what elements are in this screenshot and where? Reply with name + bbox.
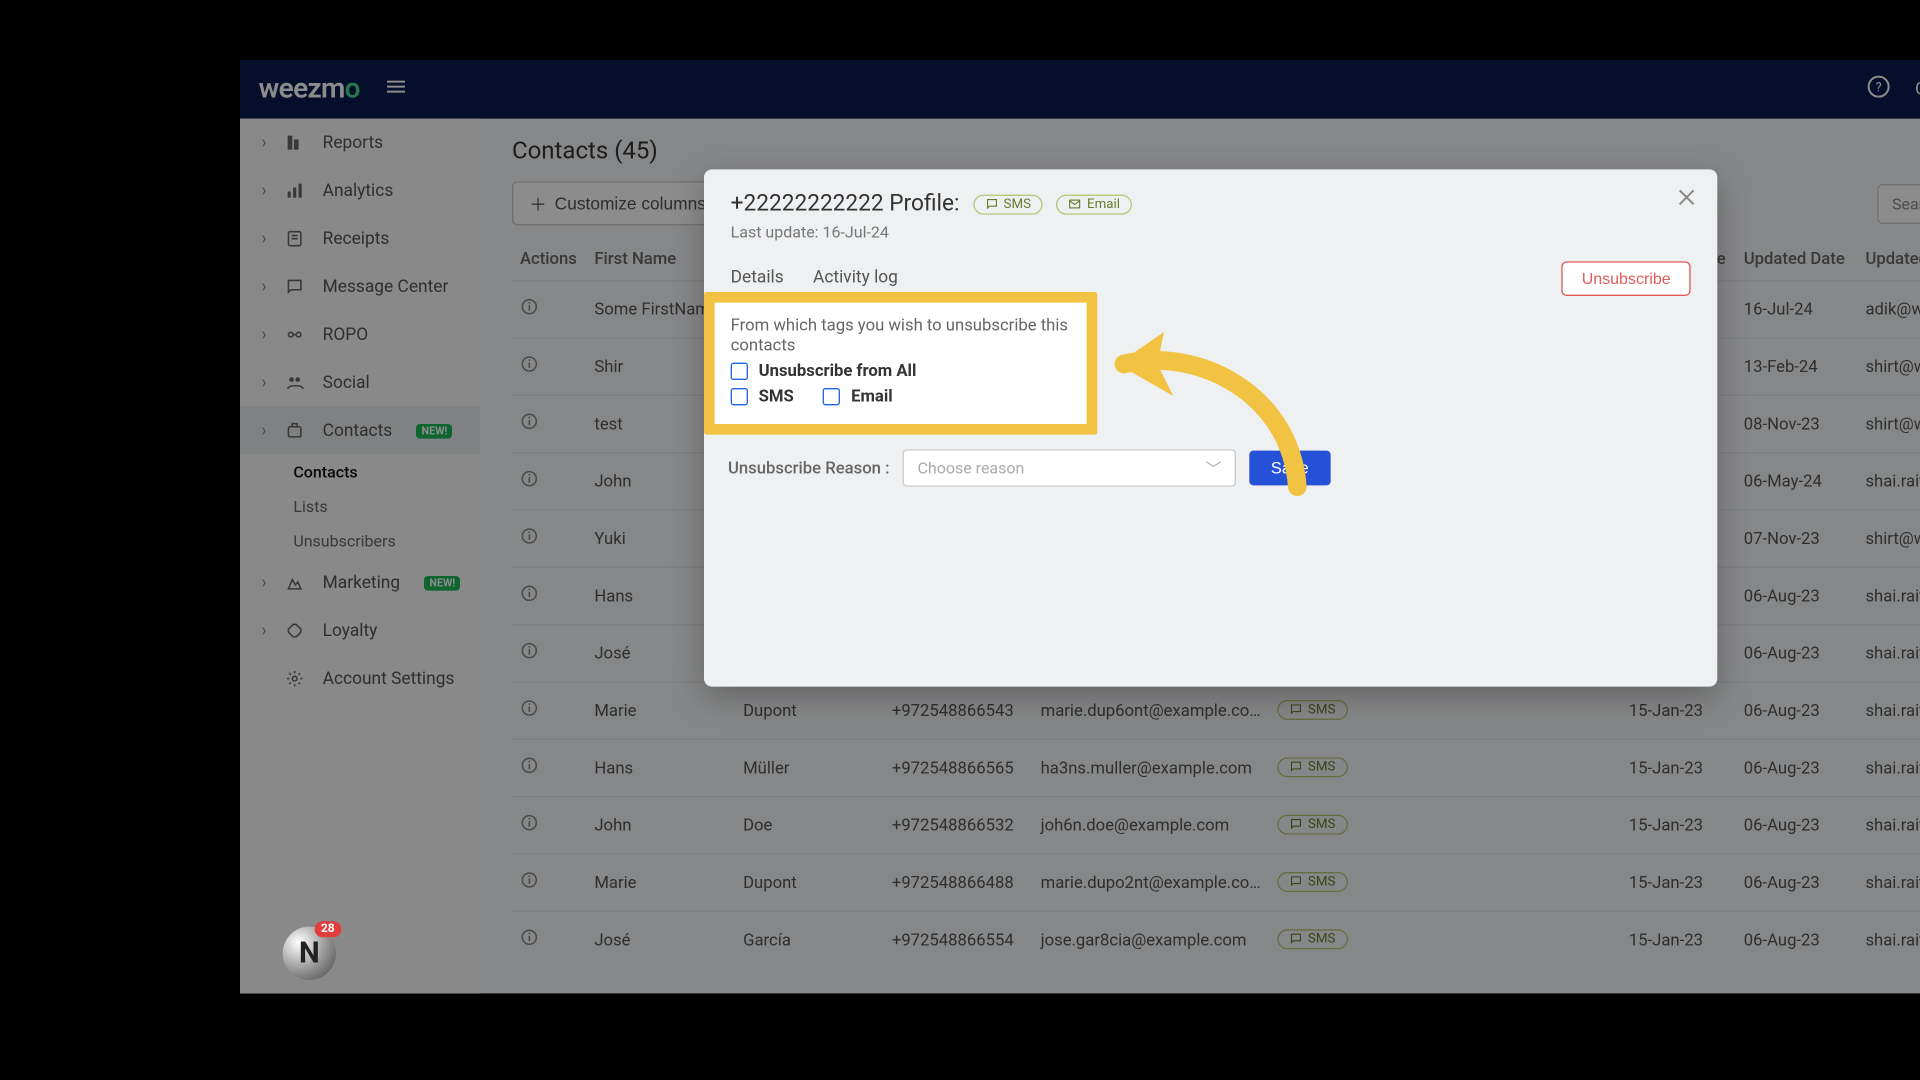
profile-modal: +22222222222 Profile: SMS Email Last upd… (704, 169, 1717, 686)
checkbox-unsubscribe-all[interactable] (731, 363, 748, 380)
checkbox-email[interactable] (823, 388, 840, 405)
unsubscribe-options-highlight: From which tags you wish to unsubscribe … (704, 292, 1097, 435)
tag-pill-sms: SMS (973, 194, 1043, 214)
save-button[interactable]: Save (1249, 451, 1330, 486)
unsubscribe-reason-select[interactable]: Choose reason ﹀ (903, 449, 1236, 486)
opt-all-label: Unsubscribe from All (759, 361, 917, 381)
tab-activity-log[interactable]: Activity log (813, 260, 898, 296)
chevron-down-icon: ﹀ (1205, 457, 1221, 480)
unsubscribe-prompt: From which tags you wish to unsubscribe … (731, 316, 1071, 356)
annotation-arrow-icon (1091, 313, 1331, 526)
modal-last-update: Last update: 16-Jul-24 (731, 223, 1691, 242)
opt-sms-label: SMS (759, 387, 794, 407)
opt-email-label: Email (851, 387, 893, 407)
unsubscribe-button[interactable]: Unsubscribe (1562, 261, 1691, 296)
tab-details[interactable]: Details (731, 260, 784, 296)
checkbox-sms[interactable] (731, 388, 748, 405)
notifications-badge[interactable]: N (283, 927, 336, 980)
tag-pill-email: Email (1056, 194, 1132, 214)
modal-title: +22222222222 Profile: (731, 191, 960, 218)
close-icon[interactable] (1675, 185, 1699, 214)
unsubscribe-reason-label: Unsubscribe Reason : (728, 458, 889, 478)
